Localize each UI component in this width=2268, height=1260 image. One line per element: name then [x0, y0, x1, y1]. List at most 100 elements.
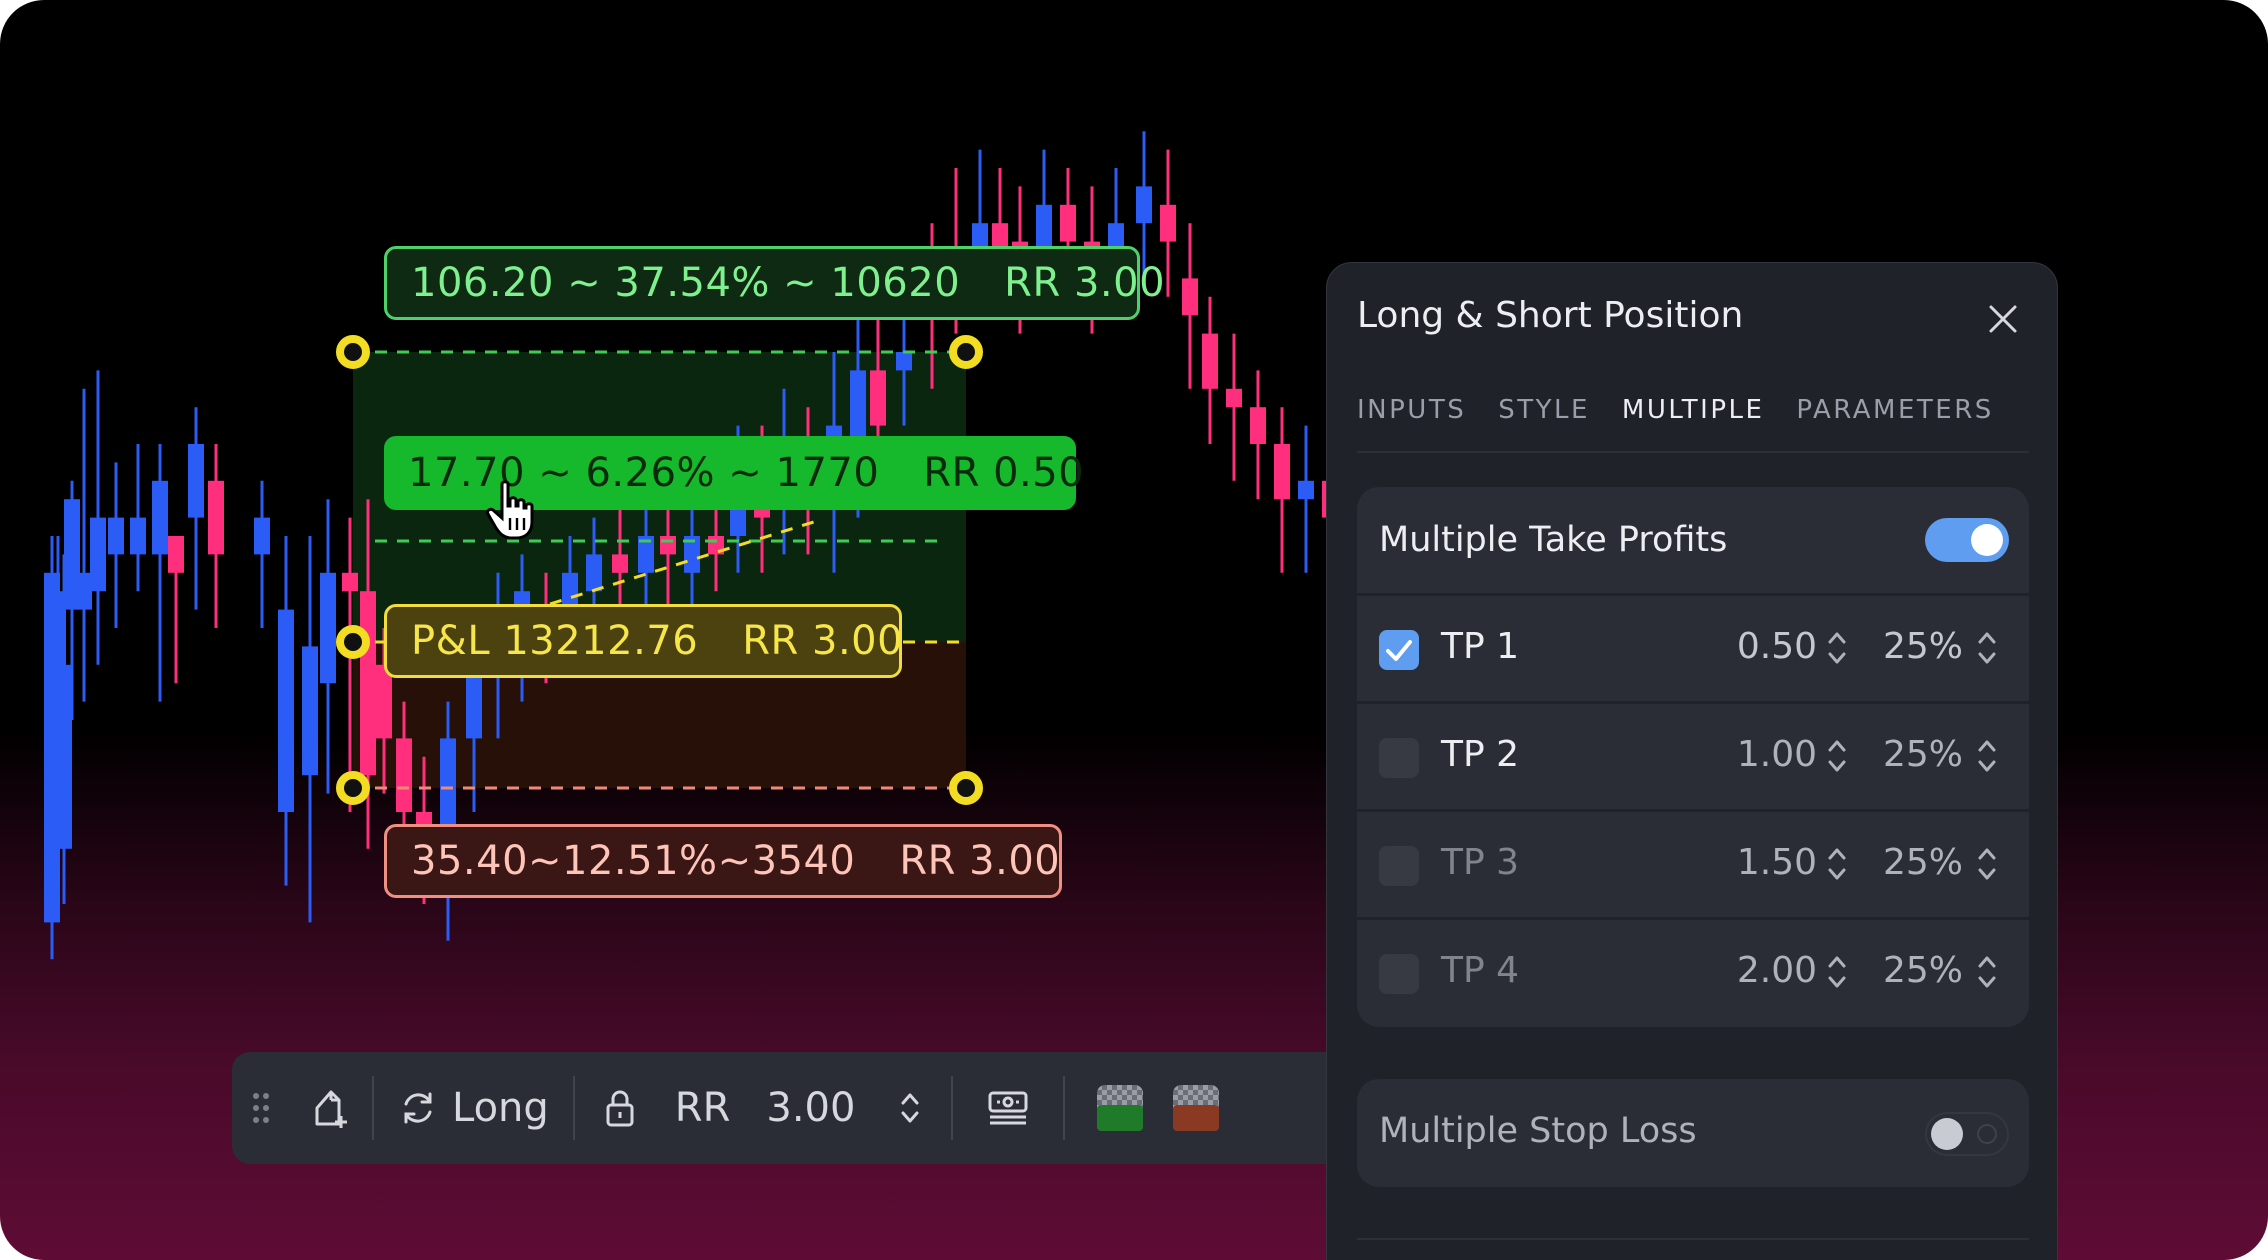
candle-body: [1136, 186, 1152, 224]
stepper-icon[interactable]: [855, 1052, 951, 1164]
tp-rr-value[interactable]: 0.50: [1647, 626, 1817, 667]
rr-field[interactable]: RR 3.00: [635, 1052, 856, 1164]
tp-rr: RR 0.50: [923, 450, 1085, 496]
tp-pct: 6.26%: [585, 450, 716, 496]
tp-pct-value[interactable]: 25%: [1837, 950, 1963, 991]
rr-label: RR: [674, 1085, 731, 1131]
candle-body: [1182, 278, 1198, 316]
template-icon[interactable]: [290, 1052, 372, 1164]
candle-body: [396, 738, 412, 812]
tp-row: TP 2 1.00 25%: [1357, 701, 2029, 812]
handle-entry[interactable]: [336, 625, 370, 659]
tp-rr-value[interactable]: 2.00: [1647, 950, 1817, 991]
pct-stepper-icon[interactable]: [1975, 952, 1999, 992]
candle-body: [90, 517, 106, 592]
dialog-title: Long & Short Position: [1357, 295, 1744, 336]
candle-body: [612, 554, 628, 573]
candle-body: [208, 480, 224, 555]
separator: ~: [567, 260, 602, 306]
lock-button[interactable]: [575, 1052, 635, 1164]
candle-body: [586, 554, 602, 592]
app-frame: 106.20 ~ 37.54% ~ 10620 RR 3.00 17.70 ~ …: [0, 0, 2268, 1260]
candle-body: [1060, 204, 1076, 242]
candle-body: [1274, 444, 1290, 500]
lock-icon: [606, 1090, 634, 1127]
tp-row: TP 3 1.50 25%: [1357, 809, 2029, 920]
multiple-take-profits-toggle[interactable]: [1925, 518, 2009, 562]
tp1-checkbox[interactable]: [1379, 630, 1419, 670]
candle-body: [302, 646, 318, 776]
pct-stepper-icon[interactable]: [1975, 736, 1999, 776]
pct-stepper-icon[interactable]: [1975, 628, 1999, 668]
tp2-checkbox[interactable]: [1379, 738, 1419, 778]
stop-color-swatch: [1173, 1085, 1220, 1131]
tp-pct-value[interactable]: 25%: [1837, 734, 1963, 775]
candle-body: [360, 591, 376, 776]
drawing-toolbar: Long RR 3.00: [232, 1052, 1332, 1164]
pnl-value: 13212.76: [503, 618, 699, 664]
candle-body: [1298, 480, 1314, 500]
target-ticks: 10620: [830, 260, 961, 306]
candle-body: [76, 572, 92, 610]
candle-body: [254, 517, 270, 555]
refresh-icon: [404, 1092, 432, 1124]
target-color-button[interactable]: [1065, 1052, 1144, 1164]
candle-body: [278, 609, 294, 812]
tp-name: TP 2: [1441, 734, 1520, 775]
candle-body: [50, 591, 66, 794]
tp4-checkbox[interactable]: [1379, 954, 1419, 994]
pnl-label: P&L: [411, 618, 491, 664]
pct-stepper-icon[interactable]: [1975, 844, 1999, 884]
tp-name: TP 1: [1441, 626, 1520, 667]
multiple-take-profits-card: Multiple Take Profits TP 1 0.50 25% TP 2: [1357, 487, 2029, 1027]
target-pct: 37.54%: [614, 260, 770, 306]
stop-color-button[interactable]: [1143, 1052, 1220, 1164]
settings-icon[interactable]: [953, 1052, 1063, 1164]
candle-body: [108, 517, 124, 555]
handle-target-right[interactable]: [949, 335, 983, 369]
multiple-stop-loss-label: Multiple Stop Loss: [1379, 1111, 1697, 1151]
candle-body: [1160, 204, 1176, 242]
handle-target-left[interactable]: [336, 335, 370, 369]
handle-stop-right[interactable]: [949, 771, 983, 805]
tp-name: TP 4: [1441, 950, 1520, 991]
pnl-rr: RR 3.00: [742, 618, 904, 664]
dialog-tabs: INPUTS STYLE MULTIPLE PARAMETERS: [1357, 395, 2026, 425]
rr-value: 3.00: [766, 1085, 856, 1131]
candle-body: [168, 536, 184, 573]
tab-inputs[interactable]: INPUTS: [1357, 395, 1466, 425]
multiple-stop-loss-card: Multiple Stop Loss: [1357, 1079, 2029, 1187]
tab-parameters[interactable]: PARAMETERS: [1796, 395, 1993, 425]
candle-body: [188, 444, 204, 518]
tp-pct-value[interactable]: 25%: [1837, 626, 1963, 667]
handle-stop-left[interactable]: [336, 771, 370, 805]
position-settings-dialog: Long & Short Position INPUTS STYLE MULTI…: [1326, 262, 2058, 1260]
candle-body: [320, 572, 336, 684]
pnl-badge[interactable]: P&L 13212.76 RR 3.00: [384, 604, 904, 678]
candle-body: [1250, 407, 1266, 444]
target-price: 106.20: [411, 260, 554, 306]
separator: ~: [783, 260, 818, 306]
stop-badge[interactable]: 35.40 ~ 12.51% ~ 3540 RR 3.00: [384, 824, 1062, 898]
tp-ticks: 1770: [775, 450, 880, 496]
stop-rr: RR 3.00: [899, 838, 1061, 884]
target-badge[interactable]: 106.20 ~ 37.54% ~ 10620 RR 3.00: [384, 246, 1165, 320]
tab-multiple[interactable]: MULTIPLE: [1622, 395, 1765, 425]
tab-divider: [1357, 451, 2029, 453]
drag-handle-icon[interactable]: [232, 1052, 290, 1164]
multiple-stop-loss-toggle[interactable]: [1925, 1112, 2009, 1156]
close-icon[interactable]: [1985, 301, 2021, 337]
tab-style[interactable]: STYLE: [1498, 395, 1590, 425]
stop-ticks: 3540: [751, 838, 856, 884]
tp-rr-value[interactable]: 1.50: [1647, 842, 1817, 883]
tp-row: TP 4 2.00 25%: [1357, 917, 2029, 1027]
tp3-checkbox[interactable]: [1379, 846, 1419, 886]
direction-label: Long: [452, 1085, 549, 1131]
separator: ~: [528, 838, 563, 884]
tp-pct-value[interactable]: 25%: [1837, 842, 1963, 883]
direction-toggle-button[interactable]: Long: [374, 1052, 573, 1164]
tp-rr-value[interactable]: 1.00: [1647, 734, 1817, 775]
multiple-take-profits-header: Multiple Take Profits: [1357, 487, 2029, 593]
separator: ~: [728, 450, 763, 496]
stop-pct: 12.51%: [562, 838, 718, 884]
